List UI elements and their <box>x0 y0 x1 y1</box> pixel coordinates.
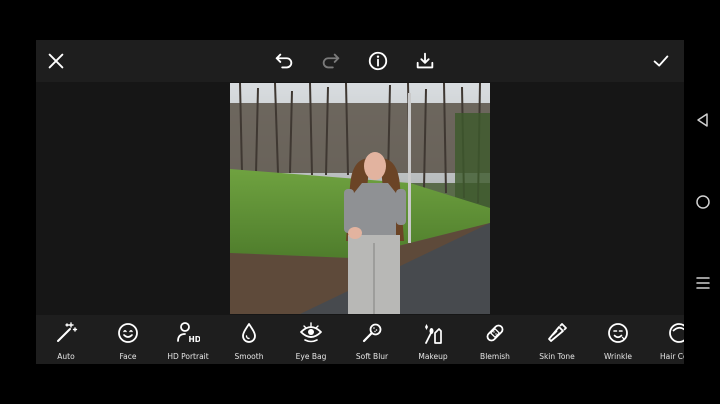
svg-text:HD: HD <box>189 335 201 344</box>
tube-icon <box>548 323 567 342</box>
tool-soft-blur[interactable]: Soft Blur <box>341 315 403 364</box>
hair-icon <box>669 323 684 343</box>
redo-icon <box>322 53 340 69</box>
photo-editor-app: Auto Face HD HD Portrait Smooth Eye Bag … <box>36 40 684 364</box>
magic-wand-icon <box>57 322 78 342</box>
tool-hd-portrait[interactable]: HD HD Portrait <box>157 315 219 364</box>
tool-skin-tone[interactable]: Skin Tone <box>526 315 588 364</box>
tool-label: Skin Tone <box>539 352 575 361</box>
tool-face[interactable]: Face <box>97 315 159 364</box>
check-icon <box>653 55 669 67</box>
recents-lines-icon <box>696 277 710 289</box>
back-triangle-icon <box>697 113 708 127</box>
tool-label: HD Portrait <box>167 352 209 361</box>
tool-label: Hair Co <box>660 352 684 361</box>
close-icon <box>48 53 64 69</box>
download-button[interactable] <box>413 49 437 73</box>
undo-button[interactable] <box>272 49 296 73</box>
undo-icon <box>275 53 293 69</box>
tool-label: Blemish <box>480 352 510 361</box>
top-toolbar <box>36 40 684 82</box>
home-circle-icon <box>696 195 710 209</box>
tools-toolbar: Auto Face HD HD Portrait Smooth Eye Bag … <box>36 315 684 364</box>
tool-label: Smooth <box>234 352 264 361</box>
system-nav-bar <box>684 0 720 404</box>
tool-label: Makeup <box>418 352 448 361</box>
brush-icon <box>362 323 382 343</box>
hd-portrait-icon: HD <box>177 322 201 344</box>
close-button[interactable] <box>44 49 68 73</box>
tool-label: Eye Bag <box>295 352 327 361</box>
portrait-photo <box>230 83 490 314</box>
tool-smooth[interactable]: Smooth <box>218 315 280 364</box>
tool-label: Auto <box>57 352 75 361</box>
eye-icon <box>300 322 322 343</box>
tool-makeup[interactable]: Makeup <box>402 315 464 364</box>
bandage-icon <box>486 324 504 342</box>
tool-label: Wrinkle <box>603 352 633 361</box>
nav-back-button[interactable] <box>694 111 712 129</box>
tool-label: Soft Blur <box>355 352 389 361</box>
tool-eye-bag[interactable]: Eye Bag <box>280 315 342 364</box>
tool-auto[interactable]: Auto <box>36 315 97 364</box>
photo-canvas[interactable] <box>230 83 490 314</box>
info-button[interactable] <box>366 49 390 73</box>
apply-button[interactable] <box>649 49 673 73</box>
nav-recents-button[interactable] <box>694 274 712 292</box>
tool-wrinkle[interactable]: Wrinkle <box>587 315 649 364</box>
smiley-face-icon <box>118 323 138 343</box>
wrinkle-face-icon <box>608 323 628 343</box>
redo-button[interactable] <box>319 49 343 73</box>
makeup-icon <box>425 324 442 344</box>
tool-hair[interactable]: Hair Co <box>648 315 684 364</box>
info-icon <box>368 51 388 71</box>
download-icon <box>416 52 434 69</box>
nav-home-button[interactable] <box>694 193 712 211</box>
tool-blemish[interactable]: Blemish <box>464 315 526 364</box>
droplet-icon <box>242 323 256 343</box>
